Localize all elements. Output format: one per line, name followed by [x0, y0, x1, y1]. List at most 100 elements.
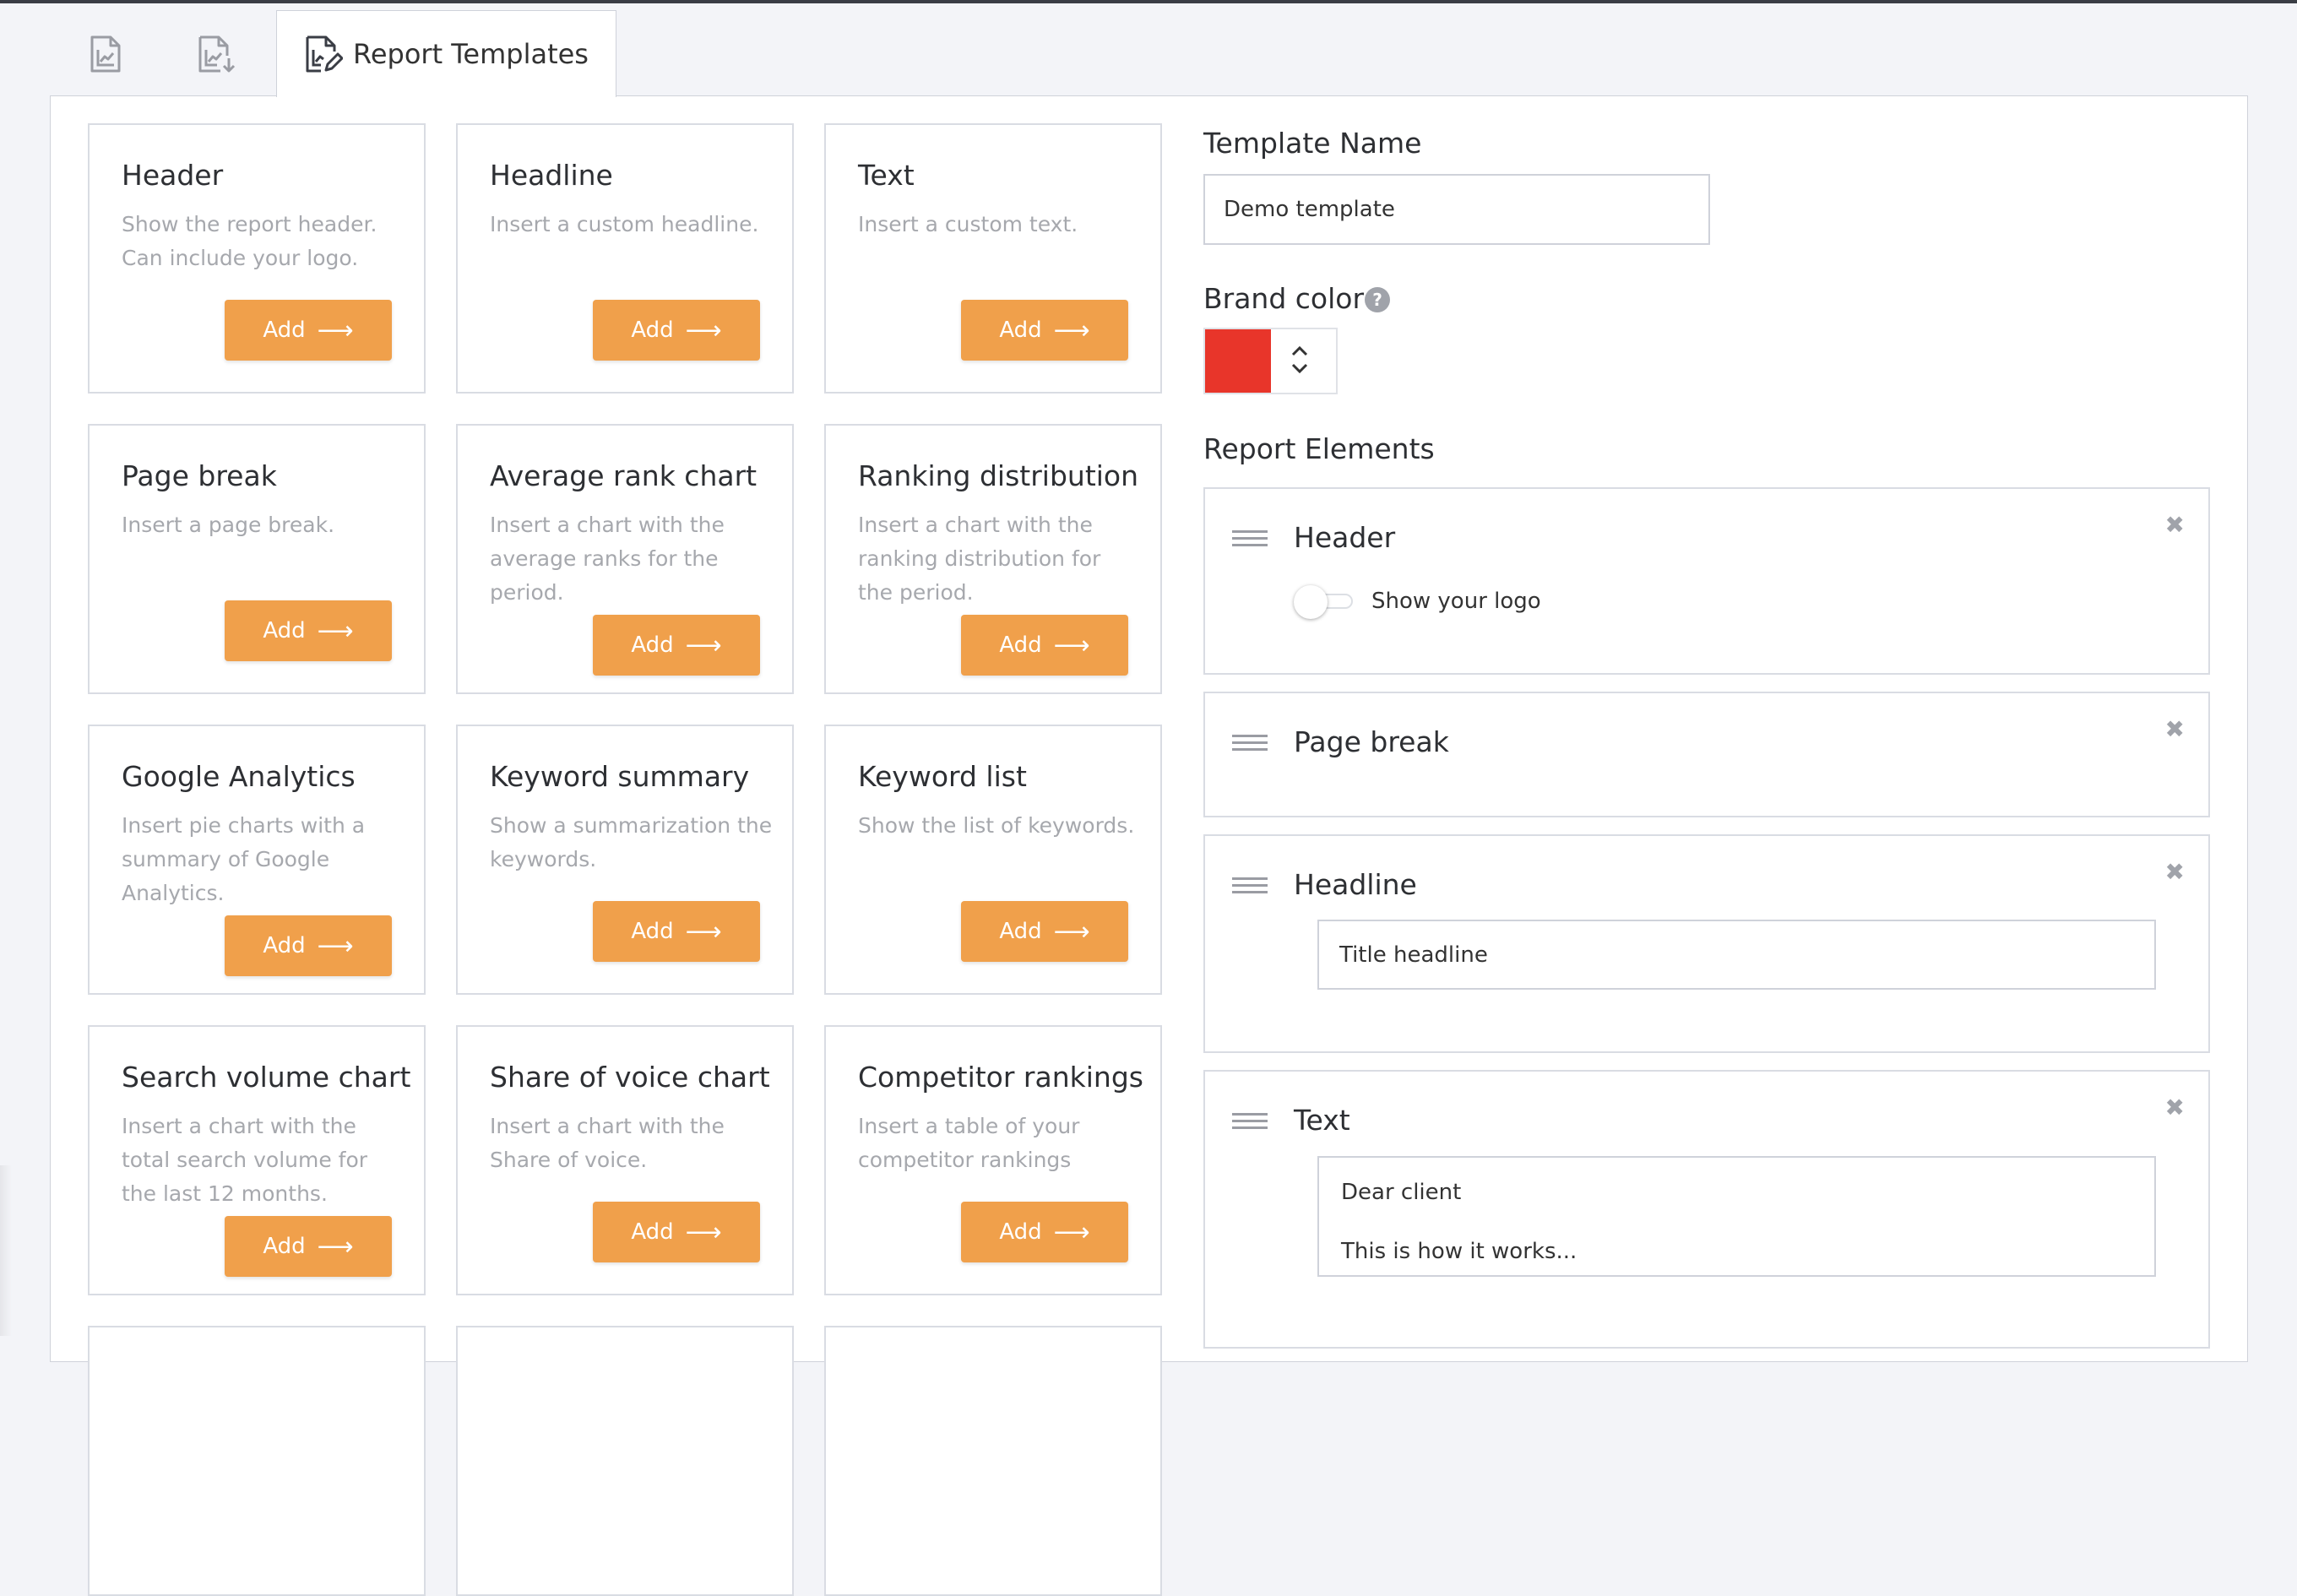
card-title: Competitor rankings	[858, 1061, 1143, 1094]
add-headline-button[interactable]: Add ⟶	[593, 300, 760, 361]
report-element-headline: Headline ✖ Title headline	[1203, 834, 2210, 1053]
tab-report-export[interactable]	[165, 10, 270, 97]
card-description: Insert a chart with the ranking distribu…	[858, 513, 1101, 605]
report-elements-label: Report Elements	[1203, 432, 1435, 465]
drag-handle-icon[interactable]	[1232, 735, 1268, 755]
element-title: Headline	[1294, 868, 1417, 901]
template-name-input[interactable]: Demo template	[1203, 174, 1710, 245]
add-button-label: Add	[631, 1219, 674, 1245]
element-card-average-rank-chart: Average rank chart Insert a chart with t…	[456, 424, 794, 694]
report-element-text: Text ✖ Dear client This is how it works.…	[1203, 1070, 2210, 1349]
add-button-label: Add	[631, 632, 674, 658]
add-average-rank-chart-button[interactable]: Add ⟶	[593, 615, 760, 676]
card-title: Keyword list	[858, 760, 1027, 793]
arrow-right-icon: ⟶	[1053, 1217, 1090, 1247]
tab-report-templates-label: Report Templates	[353, 38, 589, 70]
report-edit-icon	[306, 35, 344, 73]
template-name-label: Template Name	[1203, 127, 1422, 160]
element-card-ranking-distribution: Ranking distribution Insert a chart with…	[824, 424, 1162, 694]
show-logo-label: Show your logo	[1371, 589, 1541, 614]
arrow-right-icon: ⟶	[317, 931, 354, 961]
add-button-label: Add	[999, 318, 1042, 343]
text-line-2: This is how it works...	[1341, 1239, 1577, 1264]
card-title: Google Analytics	[122, 760, 356, 793]
element-card-search-volume-chart: Search volume chart Insert a chart with …	[88, 1025, 426, 1295]
element-card-text: Text Insert a custom text. Add ⟶	[824, 123, 1162, 394]
element-card-partial	[456, 1326, 794, 1596]
add-button-label: Add	[263, 933, 306, 958]
element-card-keyword-summary: Keyword summary Show a summarization the…	[456, 725, 794, 995]
element-card-partial	[824, 1326, 1162, 1596]
drag-handle-icon[interactable]	[1232, 530, 1268, 551]
card-title: Headline	[490, 159, 613, 192]
drag-handle-icon[interactable]	[1232, 877, 1268, 898]
arrow-right-icon: ⟶	[685, 630, 722, 660]
element-card-headline: Headline Insert a custom headline. Add ⟶	[456, 123, 794, 394]
add-text-button[interactable]: Add ⟶	[961, 300, 1128, 361]
card-title: Text	[858, 159, 915, 192]
tab-report-templates[interactable]: Report Templates	[276, 10, 616, 97]
element-card-competitor-rankings: Competitor rankings Insert a table of yo…	[824, 1025, 1162, 1295]
close-icon[interactable]: ✖	[2165, 1094, 2185, 1121]
arrow-right-icon: ⟶	[317, 315, 354, 345]
element-card-keyword-list: Keyword list Show the list of keywords. …	[824, 725, 1162, 995]
arrow-right-icon: ⟶	[317, 1231, 354, 1262]
add-button-label: Add	[999, 632, 1042, 658]
add-competitor-rankings-button[interactable]: Add ⟶	[961, 1202, 1128, 1262]
card-title: Header	[122, 159, 224, 192]
add-page-break-button[interactable]: Add ⟶	[225, 600, 392, 661]
report-chart-icon	[90, 35, 120, 72]
add-header-button[interactable]: Add ⟶	[225, 300, 392, 361]
card-description: Insert a page break.	[122, 513, 335, 537]
card-title: Ranking distribution	[858, 459, 1139, 492]
add-google-analytics-button[interactable]: Add ⟶	[225, 915, 392, 976]
brand-color-swatch	[1205, 329, 1271, 393]
add-ranking-distribution-button[interactable]: Add ⟶	[961, 615, 1128, 676]
report-element-page-break: Page break ✖	[1203, 692, 2210, 817]
card-description: Insert a chart with the total search vol…	[122, 1114, 368, 1206]
card-description: Show the list of keywords.	[858, 813, 1135, 838]
card-title: Page break	[122, 459, 277, 492]
add-keyword-summary-button[interactable]: Add ⟶	[593, 901, 760, 962]
card-title: Share of voice chart	[490, 1061, 770, 1094]
element-card-google-analytics: Google Analytics Insert pie charts with …	[88, 725, 426, 995]
add-search-volume-chart-button[interactable]: Add ⟶	[225, 1216, 392, 1277]
card-description: Insert a custom text.	[858, 212, 1078, 236]
arrow-right-icon: ⟶	[1053, 630, 1090, 660]
add-button-label: Add	[999, 1219, 1042, 1245]
card-title: Search volume chart	[122, 1061, 411, 1094]
headline-input[interactable]: Title headline	[1317, 920, 2156, 990]
report-element-header: Header ✖ Show your logo	[1203, 487, 2210, 675]
element-title: Header	[1294, 521, 1396, 554]
card-title: Keyword summary	[490, 760, 750, 793]
close-icon[interactable]: ✖	[2165, 715, 2185, 743]
close-icon[interactable]: ✖	[2165, 858, 2185, 886]
add-keyword-list-button[interactable]: Add ⟶	[961, 901, 1128, 962]
card-description: Show the report header. Can include your…	[122, 212, 377, 270]
edge-shadow	[0, 1165, 12, 1336]
add-share-of-voice-chart-button[interactable]: Add ⟶	[593, 1202, 760, 1262]
card-description: Insert pie charts with a summary of Goog…	[122, 813, 366, 905]
card-description: Insert a custom headline.	[490, 212, 759, 236]
card-description: Show a summarization the keywords.	[490, 813, 773, 871]
element-card-partial	[88, 1326, 426, 1596]
add-button-label: Add	[631, 919, 674, 944]
text-textarea[interactable]: Dear client This is how it works...	[1317, 1156, 2156, 1277]
brand-color-picker[interactable]	[1203, 328, 1338, 394]
add-button-label: Add	[999, 919, 1042, 944]
report-download-icon	[198, 35, 235, 72]
arrow-right-icon: ⟶	[685, 916, 722, 947]
card-description: Insert a chart with the Share of voice.	[490, 1114, 725, 1172]
tab-report[interactable]	[52, 10, 158, 97]
toggle-knob	[1294, 585, 1328, 619]
show-logo-toggle[interactable]	[1294, 585, 1356, 619]
element-title: Text	[1294, 1104, 1350, 1137]
close-icon[interactable]: ✖	[2165, 511, 2185, 539]
text-line-1: Dear client	[1341, 1180, 1462, 1205]
help-icon[interactable]: ?	[1365, 287, 1390, 312]
add-button-label: Add	[631, 318, 674, 343]
drag-handle-icon[interactable]	[1232, 1113, 1268, 1133]
add-button-label: Add	[263, 318, 306, 343]
element-card-share-of-voice-chart: Share of voice chart Insert a chart with…	[456, 1025, 794, 1295]
card-description: Insert a chart with the average ranks fo…	[490, 513, 725, 605]
